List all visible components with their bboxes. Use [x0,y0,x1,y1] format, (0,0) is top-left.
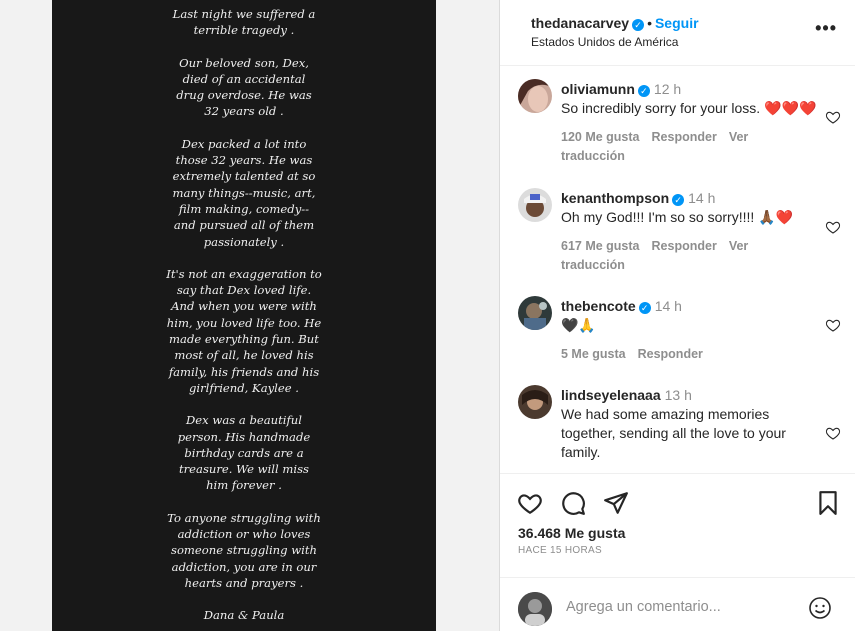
comment-text: So incredibly sorry for your loss. [561,100,761,116]
reply-button[interactable]: Responder [638,347,703,361]
post-sidebar: thedanacarvey ✓ • Seguir Estados Unidos de … [500,0,855,631]
comment-likes[interactable]: 5 Me gusta [561,347,626,361]
post-text-line: Dex packed a lot into those 32 years. He… [172,136,316,249]
comment-username[interactable]: kenanthompson [561,190,669,206]
comment-emoji: ❤️❤️❤️ [764,100,817,116]
post-image[interactable]: Last night we suffered a terrible traged… [52,0,436,631]
avatar[interactable] [518,296,552,330]
more-options-icon[interactable]: ••• [815,18,837,39]
save-bookmark-icon[interactable] [815,490,841,516]
comment-time[interactable]: 14 h [688,190,715,206]
comment-time[interactable]: 13 h [665,387,692,403]
avatar [518,592,552,626]
like-comment-heart-icon[interactable] [825,425,841,441]
post-text-line: To anyone struggling with addiction or w… [167,510,321,590]
separator-dot: • [647,15,652,31]
comment-username[interactable]: thebencote [561,298,636,314]
header-username[interactable]: thedanacarvey [531,15,629,31]
verified-icon: ✓ [637,85,650,97]
like-comment-heart-icon[interactable] [825,317,841,333]
verified-icon: ✓ [672,194,685,206]
like-comment-heart-icon[interactable] [825,219,841,235]
comment-body: lindseyelenaaa 13 h We had some amazing m… [561,386,819,462]
post-text-line: Last night we suffered a terrible traged… [172,7,316,38]
comment-meta: 5 Me gusta Responder [561,345,819,364]
comment-text: Oh my God!!! I'm so so sorry!!!! [561,209,755,225]
comment-username[interactable]: oliviamunn [561,81,635,97]
comment-text: We had some amazing memories together, s… [561,406,786,460]
reply-button[interactable]: Responder [652,239,717,253]
like-heart-icon[interactable] [517,490,543,516]
post-text-line: It's not an exaggeration to say that Dex… [166,266,322,395]
comment-meta: 617 Me gusta Responder Ver traducción [561,237,819,275]
avatar[interactable] [518,385,552,419]
share-paper-plane-icon[interactable] [603,490,629,516]
post-text-line: Our beloved son, Dex, died of an acciden… [176,55,312,119]
comment-username[interactable]: lindseyelenaaa [561,387,661,403]
post-time-ago[interactable]: HACE 15 HORAS [518,545,602,556]
avatar[interactable] [518,188,552,222]
reply-button[interactable]: Responder [652,130,717,144]
add-comment-bar: Agrega un comentario... [500,577,855,631]
comment-body: thebencote ✓ 14 h 🖤🙏 5 Me gusta Responder [561,297,819,364]
comment-body: oliviamunn ✓ 12 h So incredibly sorry for … [561,80,819,166]
header-location[interactable]: Estados Unidos de América [531,35,678,49]
post-text-line: Dex was a beautiful person. His handmade… [177,413,311,493]
emoji-icon[interactable] [808,596,832,620]
avatar[interactable] [518,79,552,113]
comment-input[interactable]: Agrega un comentario... [566,599,721,615]
like-comment-heart-icon[interactable] [825,109,841,125]
comment-likes[interactable]: 617 Me gusta [561,239,640,253]
post-actions: 36.468 Me gusta HACE 15 HORAS Agrega un … [500,473,855,626]
comments-list[interactable]: oliviamunn ✓ 12 h So incredibly sorry for … [500,67,855,471]
post-image-text: Last night we suffered a terrible traged… [52,6,436,631]
comment-body: kenanthompson ✓ 14 h Oh my God!!! I'm so s… [561,189,819,275]
verified-icon: ✓ [638,302,651,314]
post-header: thedanacarvey ✓ • Seguir Estados Unidos de … [500,0,855,66]
comment-meta: 120 Me gusta Responder Ver traducción [561,128,819,166]
comment-bubble-icon[interactable] [560,490,586,516]
header-user-line: thedanacarvey ✓ • Seguir [531,15,699,31]
post-text-line: Dana & Paula [203,608,285,623]
follow-button[interactable]: Seguir [655,15,699,31]
comment-emoji: 🙏🏾❤️ [758,209,794,225]
verified-icon: ✓ [632,19,645,31]
comment-time[interactable]: 14 h [655,298,682,314]
comment-time[interactable]: 12 h [654,81,681,97]
likes-count[interactable]: 36.468 Me gusta [518,525,625,541]
comment-emoji: 🖤🙏 [561,317,596,333]
comment-likes[interactable]: 120 Me gusta [561,130,640,144]
post-media-area: Last night we suffered a terrible traged… [0,0,500,631]
